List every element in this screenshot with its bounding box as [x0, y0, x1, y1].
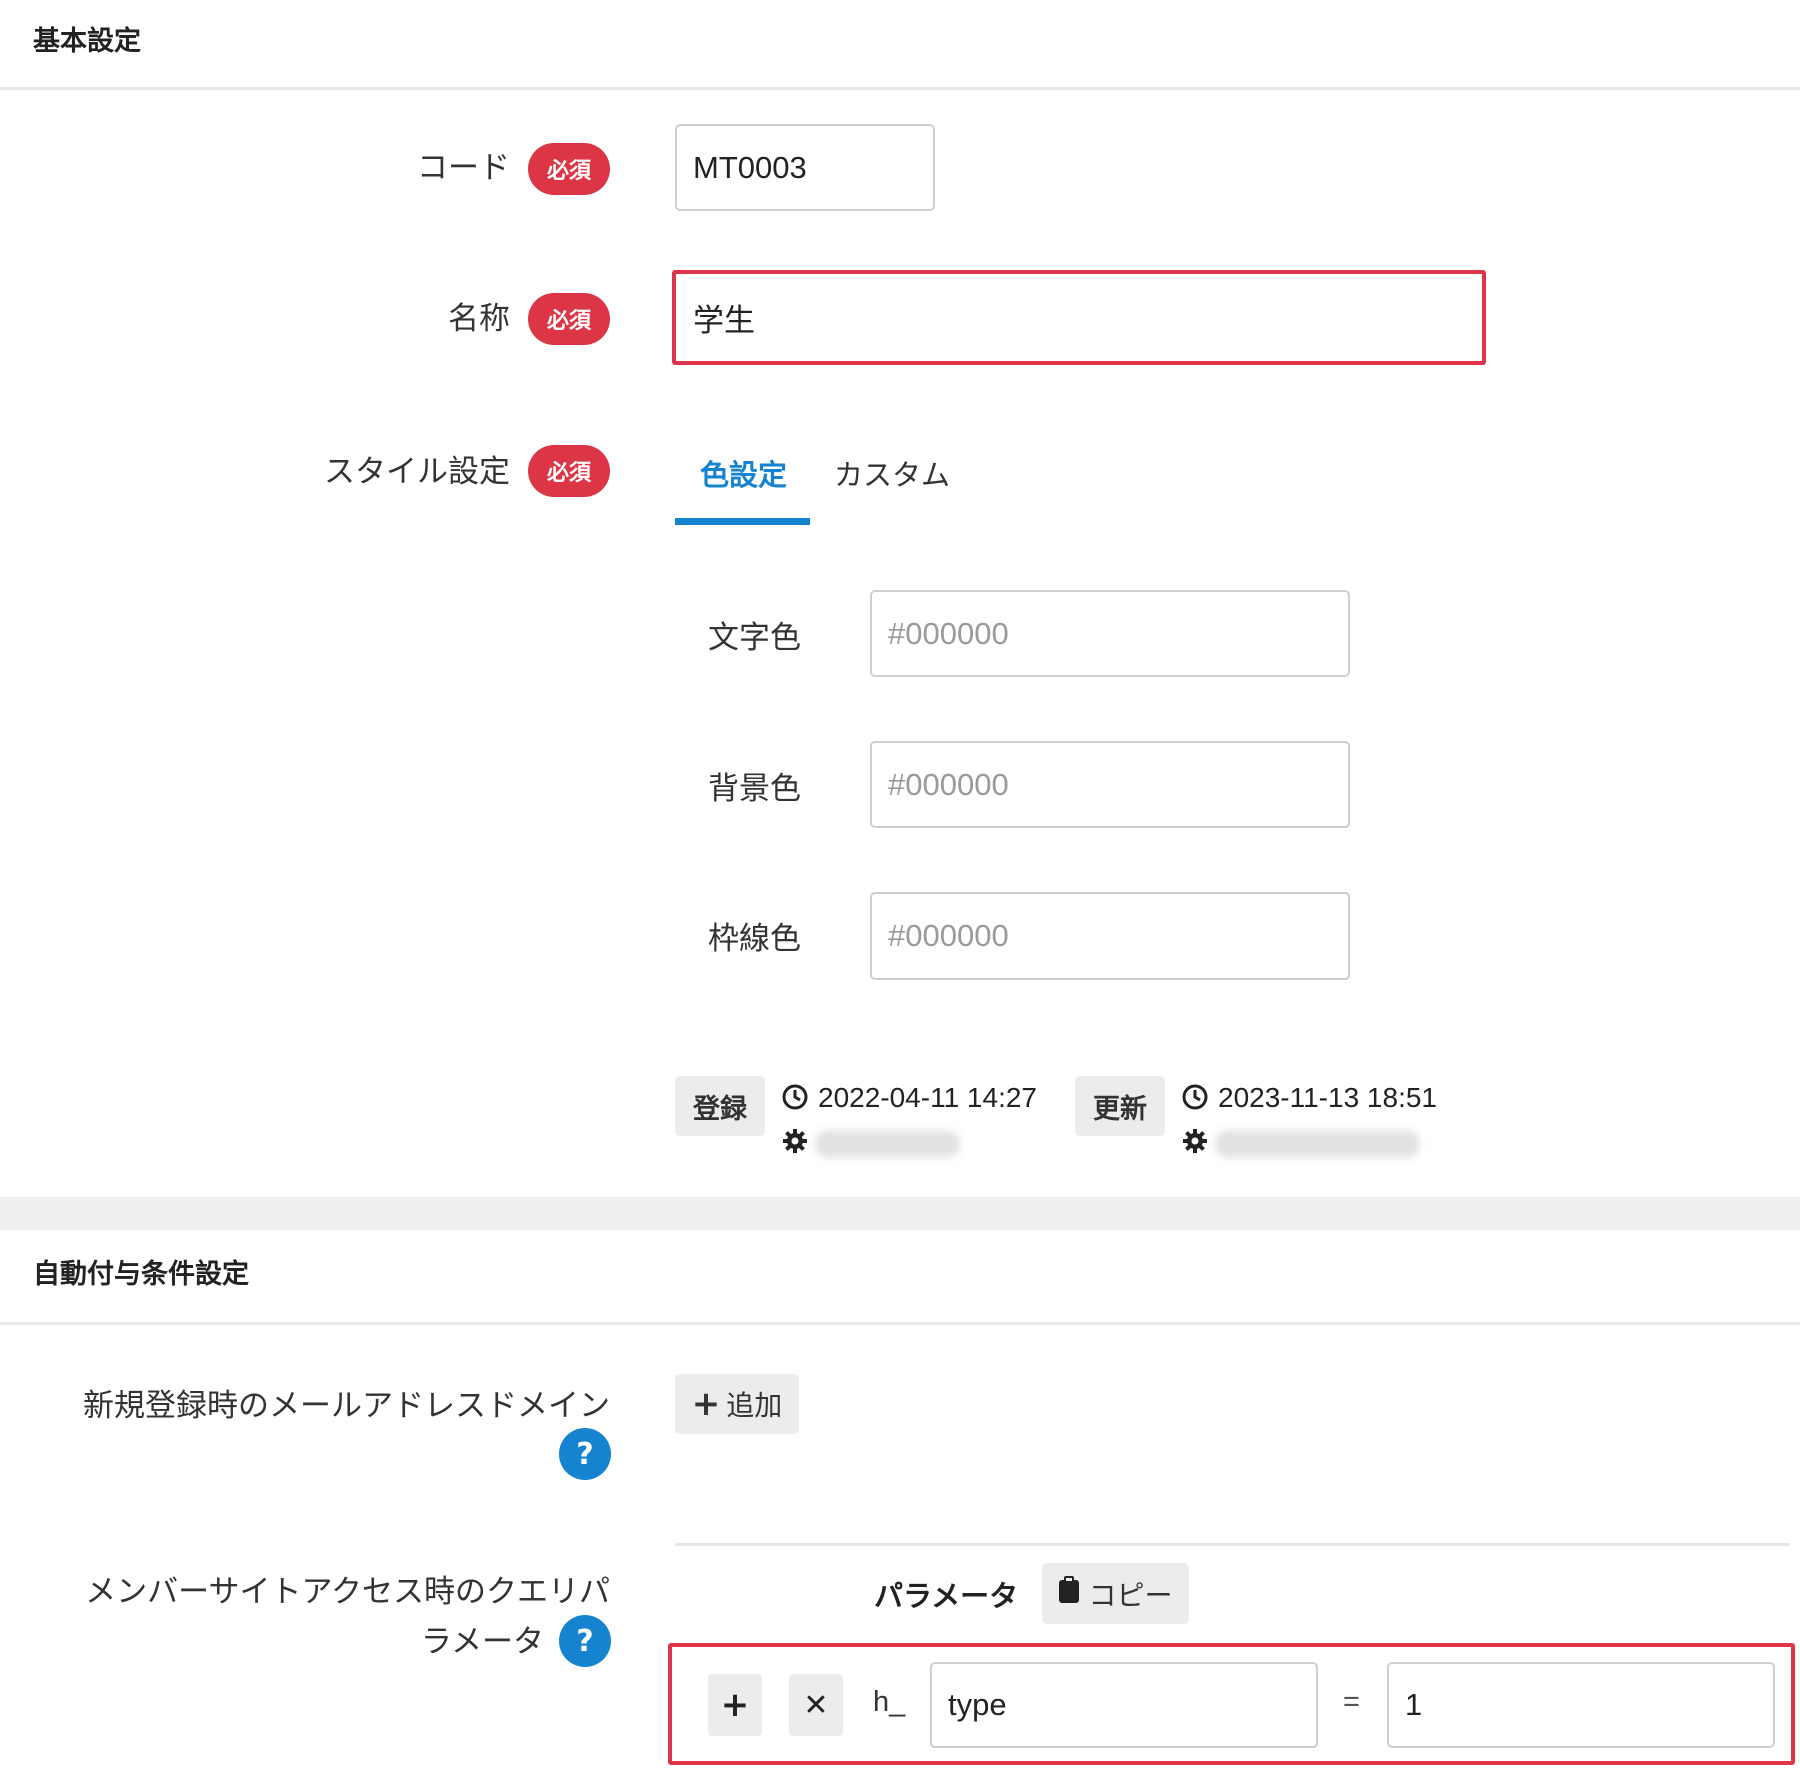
copy-button[interactable]: コピー	[1042, 1563, 1189, 1624]
background-color-input[interactable]	[870, 741, 1350, 828]
created-clock-icon	[782, 1084, 808, 1110]
background-color-label: 背景色	[708, 771, 801, 807]
updated-user-gear-icon	[1182, 1128, 1208, 1154]
updated-timestamp: 2023-11-13 18:51	[1218, 1082, 1437, 1113]
param-row-highlight-box	[668, 1643, 1795, 1765]
created-badge: 登録	[675, 1076, 765, 1136]
border-color-input[interactable]	[870, 892, 1350, 980]
email-domain-label: 新規登録時のメールアドレスドメイン	[83, 1388, 610, 1424]
tab-color-settings[interactable]: 色設定	[700, 452, 787, 494]
basic-settings-heading: 基本設定	[0, 0, 1800, 90]
created-user-gear-icon	[782, 1128, 808, 1154]
copy-button-label: コピー	[1088, 1578, 1173, 1612]
text-color-label: 文字色	[708, 620, 801, 656]
updated-user-name-redacted	[1215, 1130, 1420, 1158]
param-header: パラメータ	[874, 1579, 1019, 1613]
created-timestamp: 2022-04-11 14:27	[818, 1082, 1037, 1113]
query-param-help-icon[interactable]: ?	[559, 1615, 611, 1667]
text-color-input[interactable]	[870, 590, 1350, 677]
tab-custom[interactable]: カスタム	[834, 452, 950, 494]
style-label: スタイル設定	[324, 454, 510, 490]
add-domain-button-label: 追加	[726, 1389, 783, 1422]
query-param-label-line2: ラメータ	[420, 1624, 544, 1660]
border-color-label: 枠線色	[708, 921, 801, 957]
section-divider	[0, 1197, 1800, 1230]
name-required-badge: 必須	[528, 293, 610, 345]
email-domain-help-icon[interactable]: ?	[559, 1428, 611, 1480]
clipboard-icon	[1058, 1576, 1080, 1611]
code-label: コード	[417, 150, 510, 186]
code-required-badge: 必須	[528, 143, 610, 195]
plus-icon: +	[691, 1384, 721, 1424]
active-tab-underline	[675, 518, 810, 525]
add-domain-button[interactable]: + 追加	[675, 1374, 799, 1434]
created-user-name-redacted	[815, 1130, 960, 1158]
code-input[interactable]	[675, 124, 935, 211]
updated-badge: 更新	[1075, 1076, 1165, 1136]
name-label: 名称	[448, 301, 510, 337]
query-section-divider	[675, 1543, 1790, 1546]
auto-assign-heading: 自動付与条件設定	[0, 1230, 1800, 1325]
query-param-label-line1: メンバーサイトアクセス時のクエリパ	[85, 1574, 610, 1610]
name-highlight-box	[672, 270, 1486, 365]
updated-clock-icon	[1182, 1084, 1208, 1110]
style-required-badge: 必須	[528, 445, 610, 497]
